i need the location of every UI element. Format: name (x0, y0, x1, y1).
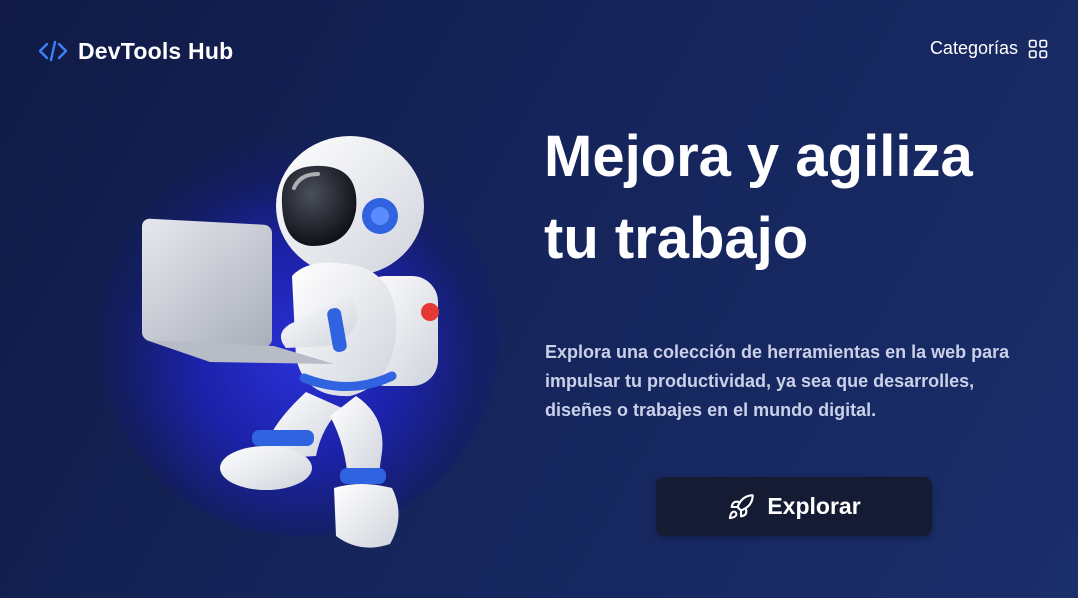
hero-description: Explora una colección de herramientas en… (545, 342, 1010, 420)
logo-text: DevTools Hub (78, 37, 234, 64)
categories-menu[interactable]: Categorías (930, 38, 1048, 59)
astronaut-illustration (60, 96, 540, 576)
explore-button-label: Explorar (767, 493, 861, 519)
grid-icon (1028, 39, 1048, 59)
code-icon (38, 36, 68, 66)
rocket-icon (727, 493, 755, 521)
logo-link[interactable]: DevTools Hub (38, 36, 233, 66)
astronaut-graphic (142, 136, 439, 548)
explore-button[interactable]: Explorar (656, 477, 932, 536)
hero-title: Mejora y agiliza tu trabajo (544, 116, 1044, 280)
site-header: DevTools Hub Categorías (0, 0, 1078, 100)
hero-title-line-2: tu trabajo (544, 206, 809, 271)
categories-label: Categorías (929, 38, 1018, 58)
hero-title-line-1: Mejora y agiliza (544, 124, 973, 189)
